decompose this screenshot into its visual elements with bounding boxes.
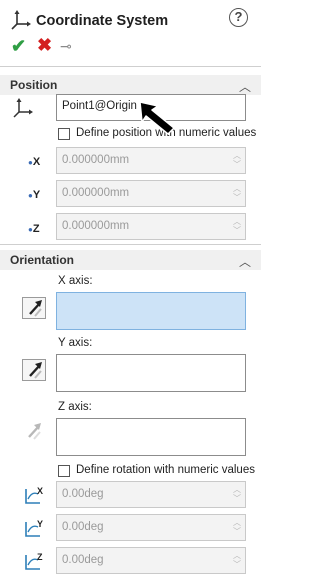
- cancel-button[interactable]: ✖: [37, 35, 52, 56]
- svg-text:X: X: [37, 486, 43, 496]
- orientation-section-label: Orientation: [10, 253, 75, 267]
- x-axis-label: X axis:: [58, 275, 93, 287]
- position-section-label: Position: [10, 78, 58, 92]
- x-spinner[interactable]: ︿ ﹀: [233, 151, 241, 169]
- section-divider: [0, 244, 261, 245]
- cursor-arrow-icon: [138, 100, 180, 139]
- origin-selection-icon: [13, 98, 35, 121]
- rotation-y-spinner[interactable]: ︿ ﹀: [233, 518, 241, 536]
- rotation-y-value: 0.00deg: [62, 521, 104, 533]
- define-position-numeric-checkbox[interactable]: [58, 128, 70, 140]
- z-coordinate-field[interactable]: 0.000000mm ︿ ﹀: [56, 213, 246, 240]
- rotation-x-icon: X: [22, 485, 46, 510]
- rotation-z-value: 0.00deg: [62, 554, 104, 566]
- x-coordinate-icon: ●X: [28, 156, 41, 168]
- rotation-y-icon: Y: [22, 518, 46, 543]
- axis-arrow-icon: [28, 423, 41, 440]
- collapse-chevron-icon[interactable]: ︿: [239, 253, 251, 270]
- rotation-y-field[interactable]: 0.00deg ︿ ﹀: [56, 514, 246, 541]
- z-axis-direction-button[interactable]: [22, 421, 46, 443]
- orientation-section-header[interactable]: Orientation ︿: [0, 250, 261, 270]
- y-axis-selection-field[interactable]: [56, 354, 246, 392]
- z-coordinate-value: 0.000000mm: [62, 220, 130, 232]
- svg-text:Y: Y: [37, 519, 43, 529]
- rotation-x-value: 0.00deg: [62, 488, 104, 500]
- page-title: Coordinate System: [36, 13, 169, 29]
- collapse-chevron-icon[interactable]: ︿: [239, 78, 251, 95]
- axis-arrow-icon: [29, 300, 42, 317]
- rotation-x-spinner[interactable]: ︿ ﹀: [233, 485, 241, 503]
- y-axis-label: Y axis:: [58, 337, 93, 349]
- x-axis-direction-button[interactable]: [22, 297, 46, 319]
- define-rotation-numeric-checkbox[interactable]: [58, 465, 70, 477]
- z-spinner[interactable]: ︿ ﹀: [233, 217, 241, 235]
- y-coordinate-field[interactable]: 0.000000mm ︿ ﹀: [56, 180, 246, 207]
- ok-button[interactable]: ✔: [11, 36, 26, 57]
- position-section-header[interactable]: Position ︿: [0, 75, 261, 95]
- y-coordinate-icon: ●Y: [28, 189, 41, 201]
- rotation-x-field[interactable]: 0.00deg ︿ ﹀: [56, 481, 246, 508]
- pin-button[interactable]: ⊸: [60, 38, 72, 55]
- rotation-z-icon: Z: [22, 551, 46, 576]
- rotation-z-spinner[interactable]: ︿ ﹀: [233, 551, 241, 569]
- x-coordinate-value: 0.000000mm: [62, 154, 130, 166]
- origin-selection-value: Point1@Origin: [62, 100, 137, 112]
- z-axis-selection-field[interactable]: [56, 418, 246, 456]
- axis-arrow-icon: [29, 362, 42, 379]
- z-axis-label: Z axis:: [58, 401, 92, 413]
- y-coordinate-value: 0.000000mm: [62, 187, 130, 199]
- svg-text:Z: Z: [37, 552, 43, 562]
- rotation-z-field[interactable]: 0.00deg ︿ ﹀: [56, 547, 246, 574]
- header-divider: [0, 66, 261, 67]
- x-coordinate-field[interactable]: 0.000000mm ︿ ﹀: [56, 147, 246, 174]
- x-axis-selection-field[interactable]: [56, 292, 246, 330]
- z-coordinate-icon: ●Z: [28, 223, 40, 235]
- y-axis-direction-button[interactable]: [22, 359, 46, 381]
- coordinate-system-icon: [11, 10, 31, 33]
- help-button[interactable]: ?: [229, 8, 248, 27]
- y-spinner[interactable]: ︿ ﹀: [233, 184, 241, 202]
- define-rotation-numeric-label: Define rotation with numeric values: [76, 464, 255, 476]
